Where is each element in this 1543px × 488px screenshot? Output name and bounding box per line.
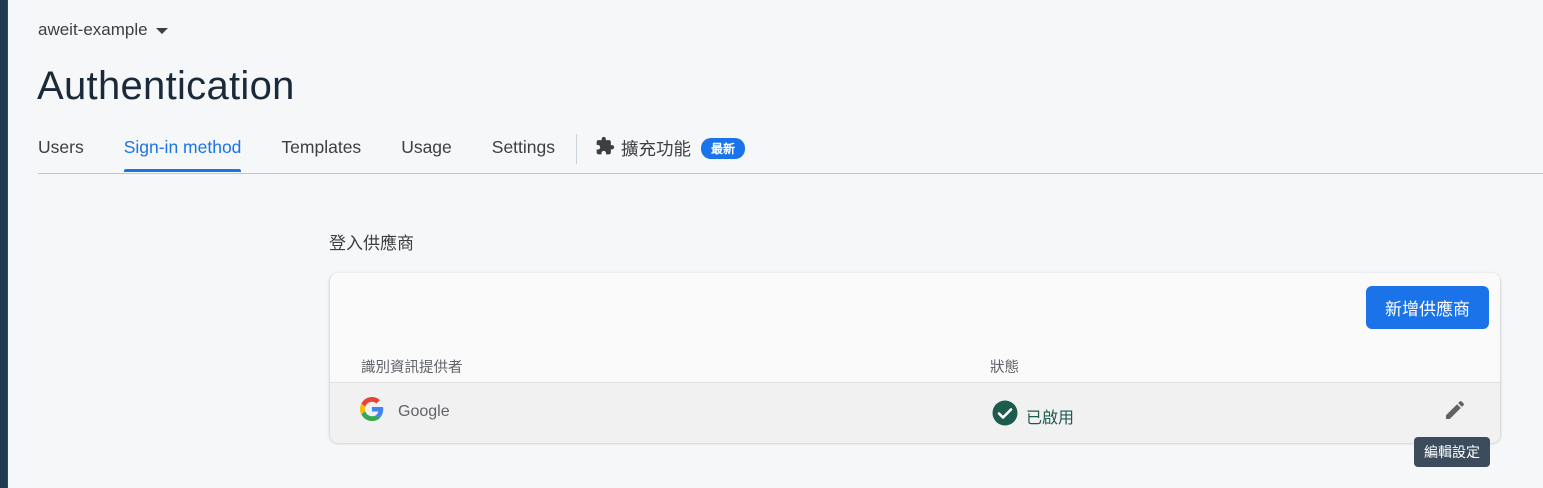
- tab-bar: Users Sign-in method Templates Usage Set…: [38, 124, 1543, 174]
- tab-users[interactable]: Users: [38, 124, 84, 171]
- status-cell: 已啟用: [992, 400, 1074, 431]
- google-logo-icon: [360, 397, 384, 426]
- tab-templates[interactable]: Templates: [281, 124, 361, 171]
- tab-extensions-label: 擴充功能: [621, 139, 692, 159]
- project-name: aweit-example: [38, 20, 148, 39]
- tab-extensions[interactable]: 擴充功能 最新: [595, 124, 746, 173]
- puzzle-icon: [595, 136, 615, 161]
- edit-tooltip: 編輯設定: [1414, 437, 1490, 467]
- provider-cell: Google: [360, 397, 450, 426]
- add-provider-button[interactable]: 新增供應商: [1366, 286, 1489, 329]
- pencil-icon: [1443, 398, 1467, 427]
- page-title: Authentication: [37, 64, 295, 108]
- tab-settings[interactable]: Settings: [492, 124, 555, 171]
- tab-usage[interactable]: Usage: [401, 124, 452, 171]
- column-header-provider: 識別資訊提供者: [361, 360, 463, 376]
- tab-divider: [576, 133, 578, 164]
- status-text: 已啟用: [1026, 409, 1075, 427]
- table-row[interactable]: Google 已啟用: [330, 382, 1500, 443]
- tab-sign-in-method[interactable]: Sign-in method: [123, 124, 241, 172]
- edit-button[interactable]: [1440, 397, 1470, 427]
- chevron-down-icon: [155, 28, 168, 34]
- new-badge: 最新: [701, 138, 746, 159]
- project-selector[interactable]: aweit-example: [38, 20, 168, 40]
- provider-name: Google: [398, 402, 450, 420]
- providers-card: 新增供應商 識別資訊提供者 狀態 Google 已啟用: [330, 273, 1500, 443]
- check-circle-icon: [992, 400, 1018, 431]
- left-nav-strip: [0, 0, 8, 488]
- column-header-status: 狀態: [990, 360, 1019, 376]
- section-label: 登入供應商: [329, 234, 414, 253]
